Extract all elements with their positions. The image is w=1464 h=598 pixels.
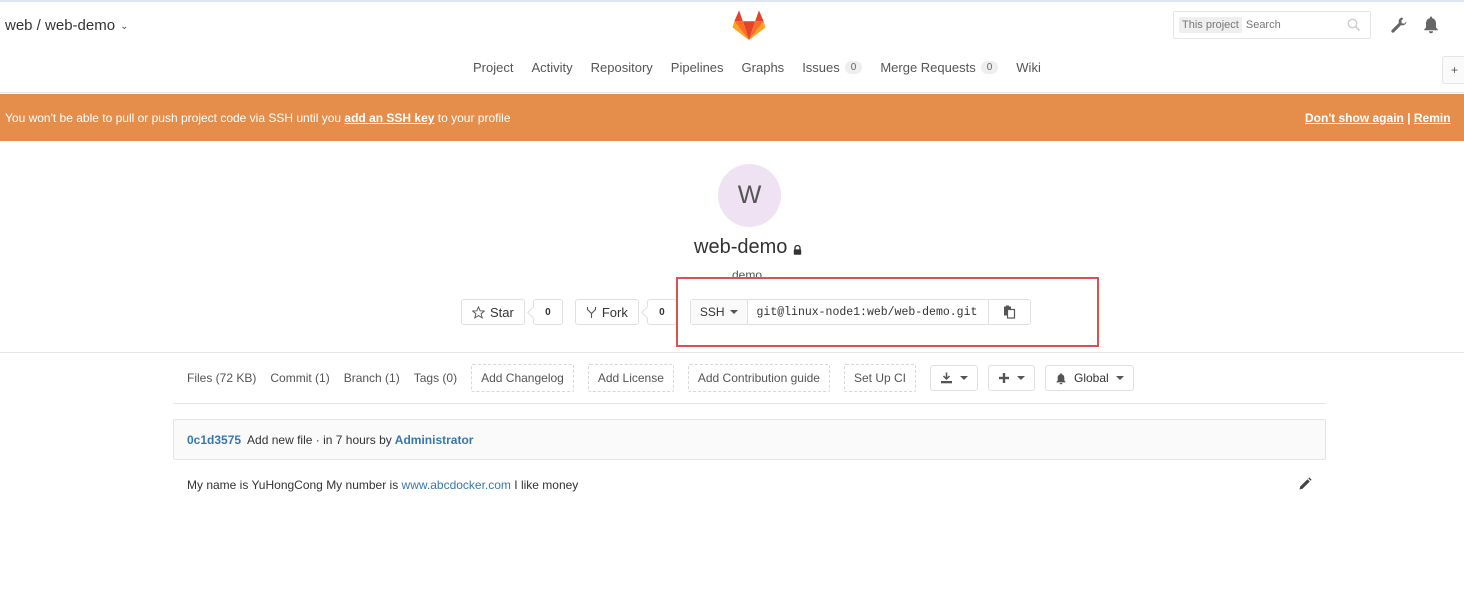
download-dropdown[interactable] [930, 365, 978, 391]
chevron-down-icon: ⌄ [120, 21, 129, 32]
nav-tab-graphs[interactable]: Graphs [742, 60, 785, 75]
search-icon [1347, 18, 1361, 32]
lock-icon [794, 244, 802, 255]
caret-down-icon [729, 310, 738, 314]
pencil-icon[interactable] [1298, 477, 1312, 491]
project-path-dropdown[interactable]: web / web-demo ⌄ [5, 17, 128, 34]
star-button[interactable]: Star [461, 299, 525, 325]
last-commit-box: 0c1d3575 Add new file · in 7 hours by Ad… [173, 419, 1326, 460]
search-input[interactable] [1245, 19, 1341, 31]
add-changelog-button[interactable]: Add Changelog [471, 364, 574, 392]
nav-tab-merge-requests[interactable]: Merge Requests 0 [880, 60, 999, 75]
gitlab-logo[interactable] [732, 9, 766, 43]
issues-count-badge: 0 [844, 61, 863, 74]
commit-author-link[interactable]: Administrator [395, 433, 474, 447]
clone-protocol-dropdown[interactable]: SSH [690, 300, 748, 324]
search-scope-chip[interactable]: This project [1179, 17, 1242, 33]
caret-down-icon [960, 376, 968, 380]
nav-tab-project[interactable]: Project [473, 60, 513, 75]
banner-actions: Don't show again | Remin [1305, 111, 1451, 125]
divider [0, 352, 1464, 353]
dont-show-again-link[interactable]: Don't show again [1305, 111, 1404, 125]
add-new-dropdown[interactable] [988, 365, 1035, 391]
add-contribution-guide-button[interactable]: Add Contribution guide [687, 364, 830, 392]
repo-stats-row: Files (72 KB) Commit (1) Branch (1) Tags… [187, 364, 1144, 392]
fork-icon [586, 306, 596, 318]
project-path: web / web-demo [5, 17, 116, 34]
project-title: web-demo [694, 236, 802, 259]
banner-message: You won't be able to pull or push projec… [5, 111, 511, 125]
add-ssh-key-link[interactable]: add an SSH key [344, 111, 434, 125]
add-license-button[interactable]: Add License [587, 364, 674, 392]
clone-url-field[interactable] [747, 300, 988, 324]
remind-later-link[interactable]: Remin [1414, 111, 1451, 125]
project-avatar: W [718, 164, 781, 227]
bell-icon[interactable] [1422, 15, 1440, 34]
commit-message: Add new file · in 7 hours by [247, 432, 392, 447]
readme-link[interactable]: www.abcdocker.com [402, 478, 511, 492]
nav-tab-issues[interactable]: Issues 0 [802, 60, 863, 75]
project-description: demo [732, 268, 763, 282]
project-name: web-demo [694, 236, 788, 258]
clipboard-icon [1003, 305, 1015, 319]
nav-tab-wiki[interactable]: Wiki [1016, 60, 1041, 75]
star-icon [472, 305, 485, 319]
tags-stat-link[interactable]: Tags (0) [414, 371, 457, 385]
files-stat-link[interactable]: Files (72 KB) [187, 371, 256, 385]
header: web / web-demo ⌄ This project [0, 2, 1464, 48]
readme-content: My name is YuHongCong My number is www.a… [187, 478, 579, 492]
divider [173, 403, 1326, 404]
nav-tab-pipelines[interactable]: Pipelines [671, 60, 724, 75]
copy-url-button[interactable] [987, 300, 1030, 324]
commit-sha-link[interactable]: 0c1d3575 [187, 433, 241, 447]
search-box[interactable]: This project [1173, 11, 1371, 39]
nav-extra-button[interactable]: + [1442, 56, 1464, 84]
bell-icon [1056, 372, 1066, 384]
branches-stat-link[interactable]: Branch (1) [344, 371, 400, 385]
plus-icon [999, 373, 1009, 383]
merge-requests-count-badge: 0 [980, 61, 999, 74]
caret-down-icon [1115, 376, 1124, 380]
fork-button[interactable]: Fork [574, 299, 639, 325]
fork-count[interactable]: 0 [646, 299, 677, 325]
wrench-icon[interactable] [1390, 16, 1408, 34]
download-icon [941, 372, 952, 384]
project-nav: Project Activity Repository Pipelines Gr… [0, 48, 1464, 93]
project-actions: Star 0 Fork 0 SSH [461, 299, 1031, 325]
notification-dropdown[interactable]: Global [1045, 365, 1134, 391]
clone-url-group: SSH [689, 299, 1031, 325]
ssh-key-warning-banner: You won't be able to pull or push projec… [0, 94, 1464, 141]
nav-tab-repository[interactable]: Repository [591, 60, 653, 75]
setup-ci-button[interactable]: Set Up CI [843, 364, 916, 392]
commits-stat-link[interactable]: Commit (1) [270, 371, 329, 385]
nav-tab-activity[interactable]: Activity [531, 60, 572, 75]
caret-down-icon [1017, 376, 1025, 380]
star-count[interactable]: 0 [532, 299, 563, 325]
